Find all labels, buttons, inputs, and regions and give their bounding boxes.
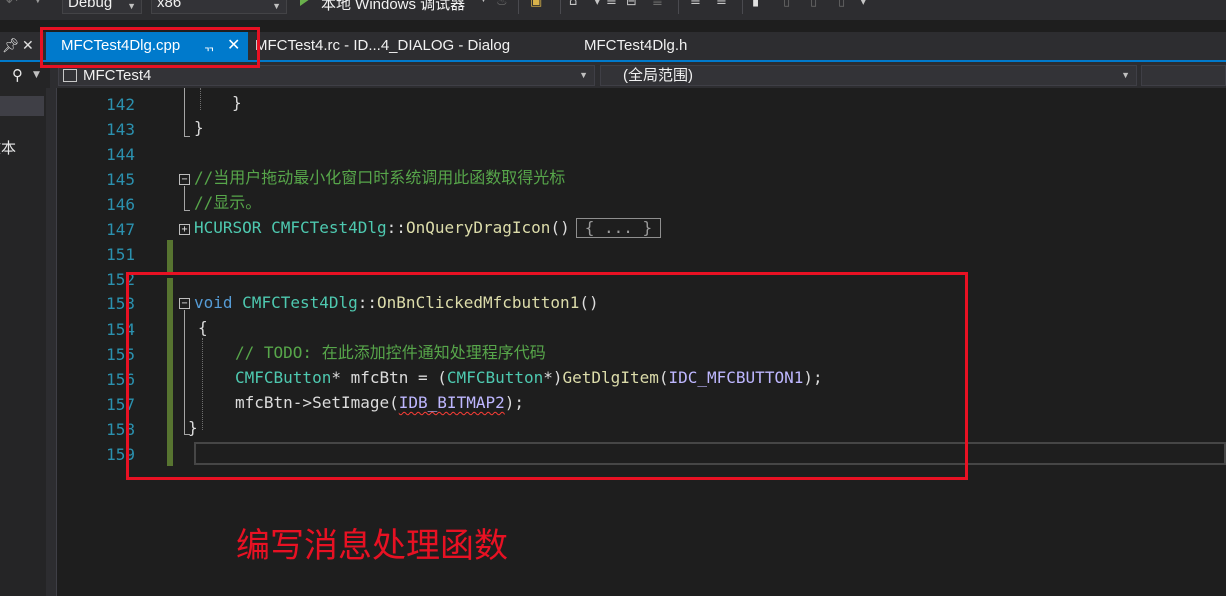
tab-label: MFCTest4.rc - ID...4_DIALOG - Dialog <box>255 37 511 54</box>
start-debugging-button[interactable]: 本地 Windows 调试器 <box>321 0 465 14</box>
outline-line <box>184 186 185 210</box>
line-number: 143 <box>106 120 135 139</box>
indent-icon[interactable]: ≡ <box>606 0 617 9</box>
code-line-146: //显示。 <box>194 192 261 214</box>
code-token: :: <box>386 218 406 237</box>
project-icon <box>63 69 77 82</box>
project-value: MFCTest4 <box>83 67 152 84</box>
code-line-142: } <box>232 92 242 114</box>
code-token: () <box>550 218 570 237</box>
close-icon[interactable]: ✕ <box>22 38 34 54</box>
uncomment-icon[interactable]: ≡ <box>716 0 727 9</box>
previous-bookmark-icon[interactable]: ▯ <box>783 0 790 9</box>
line-number: 144 <box>106 145 135 164</box>
chevron-down-icon[interactable]: ▾ <box>860 0 867 9</box>
toolbar-separator <box>678 0 679 14</box>
chevron-down-icon[interactable]: ▼ <box>480 0 487 4</box>
line-number: 151 <box>106 245 135 264</box>
code-token: } <box>194 118 204 137</box>
collapsed-code-block[interactable]: { ... } <box>575 218 662 238</box>
toolbar-separator <box>742 0 743 14</box>
chevron-down-icon: ▼ <box>579 70 588 80</box>
play-icon[interactable] <box>300 0 310 6</box>
chevron-down-icon[interactable]: ▼ <box>34 0 42 5</box>
code-token: } <box>232 93 242 112</box>
clear-bookmarks-icon[interactable]: ▯ <box>838 0 845 9</box>
code-type: HCURSOR <box>194 218 262 237</box>
toolbar-separator <box>560 0 561 14</box>
chevron-down-icon: ▼ <box>127 1 136 11</box>
solution-explorer-panel: 文本 <box>0 88 46 596</box>
scope-value: (全局范围) <box>623 67 693 84</box>
line-number: 146 <box>106 195 135 214</box>
platform-value: x86 <box>157 0 182 11</box>
project-dropdown[interactable]: MFCTest4 ▼ <box>58 65 595 86</box>
outline-end <box>184 210 190 211</box>
outline-end <box>184 136 190 137</box>
chevron-down-icon: ▼ <box>272 1 281 11</box>
collapse-region-icon[interactable]: − <box>179 174 190 185</box>
tab-mfctest4-rc-dialog[interactable]: MFCTest4.rc - ID...4_DIALOG - Dialog <box>255 32 510 60</box>
line-number: 145 <box>106 170 135 189</box>
highlight-box-code <box>126 272 968 480</box>
annotation-caption: 编写消息处理函数 <box>236 526 508 566</box>
chevron-down-icon[interactable]: ▾ <box>594 0 601 9</box>
selected-tree-item[interactable] <box>0 96 44 116</box>
code-comment: //当用户拖动最小化窗口时系统调用此函数取得光标 <box>194 168 566 187</box>
flame-icon[interactable]: ♨ <box>496 0 508 9</box>
change-indicator <box>167 240 173 272</box>
code-comment: //显示。 <box>194 193 262 212</box>
tab-label: MFCTest4Dlg.h <box>584 37 688 54</box>
line-number: 147 <box>106 220 135 239</box>
highlight-box-tab <box>40 27 260 68</box>
chevron-down-icon[interactable]: ▼ <box>33 70 40 80</box>
home-icon[interactable]: ⌂ <box>569 0 577 9</box>
comment-icon[interactable]: ≡ <box>690 0 701 9</box>
chevron-down-icon: ▼ <box>1121 70 1130 80</box>
code-line-145: //当用户拖动最小化窗口时系统调用此函数取得光标 <box>194 167 565 189</box>
pin-icon[interactable]: 📌︎ <box>2 38 20 54</box>
code-class: CMFCTest4Dlg <box>271 218 387 237</box>
outline-line <box>184 88 185 136</box>
code-line-143: } <box>194 117 204 139</box>
bookmark-icon[interactable]: ▮ <box>752 0 759 9</box>
solution-config-value: Debug <box>68 0 113 11</box>
code-function: OnQueryDragIcon <box>405 218 551 237</box>
next-bookmark-icon[interactable]: ▯ <box>810 0 817 9</box>
navigate-back-icon[interactable]: ↶ <box>6 0 18 10</box>
line-number: 142 <box>106 95 135 114</box>
format-icon[interactable]: ⊟ <box>626 0 637 9</box>
panel-splitter[interactable] <box>46 88 56 596</box>
scope-dropdown[interactable]: (全局范围) ▼ <box>600 65 1137 86</box>
indent-guide <box>200 88 201 110</box>
platform-dropdown[interactable]: x86 ▼ <box>151 0 287 14</box>
outdent-icon[interactable]: ≣ <box>652 0 663 9</box>
toolbar: ↶ ▼ Debug ▼ x86 ▼ 本地 Windows 调试器 ▼ ♨ ▣ ⌂… <box>0 0 1226 20</box>
find-in-files-icon[interactable]: ▣ <box>530 0 542 9</box>
expand-region-icon[interactable]: + <box>179 224 190 235</box>
member-dropdown[interactable] <box>1141 65 1226 86</box>
search-icon[interactable]: ⚲ <box>12 66 23 84</box>
toolbar-separator <box>518 0 519 14</box>
solution-config-dropdown[interactable]: Debug ▼ <box>62 0 142 14</box>
tab-mfctest4dlg-h[interactable]: MFCTest4Dlg.h <box>584 32 687 60</box>
code-line-147: HCURSOR CMFCTest4Dlg::OnQueryDragIcon() {… <box>194 217 662 239</box>
tree-item-label[interactable]: 文本 <box>0 137 16 158</box>
